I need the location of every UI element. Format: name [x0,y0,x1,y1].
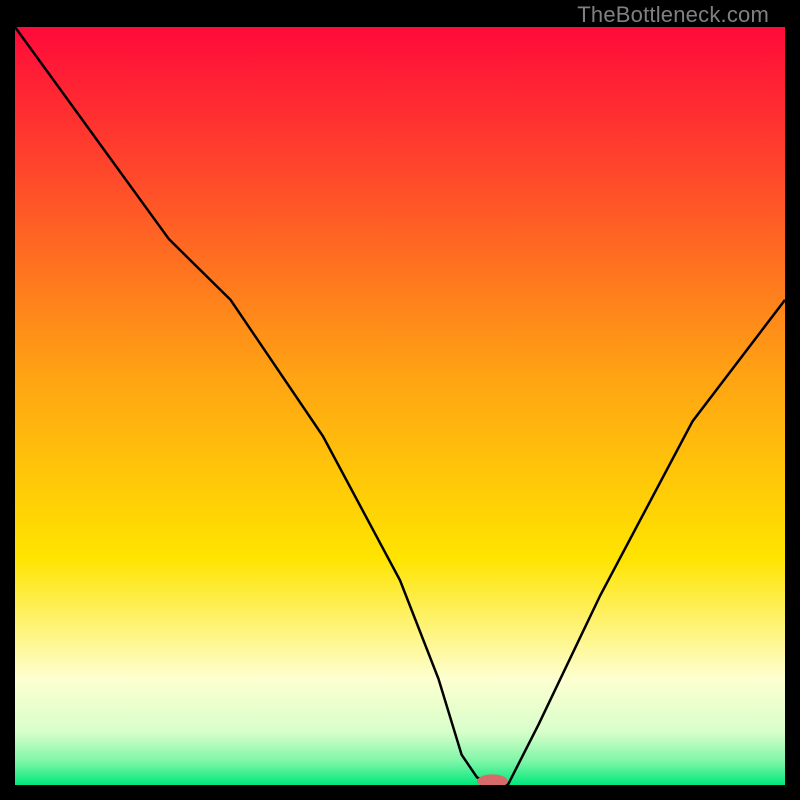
plot-area [15,27,785,785]
bottleneck-chart [15,27,785,785]
chart-frame: TheBottleneck.com [15,0,785,785]
watermark-text: TheBottleneck.com [577,2,769,28]
gradient-background [15,27,785,785]
